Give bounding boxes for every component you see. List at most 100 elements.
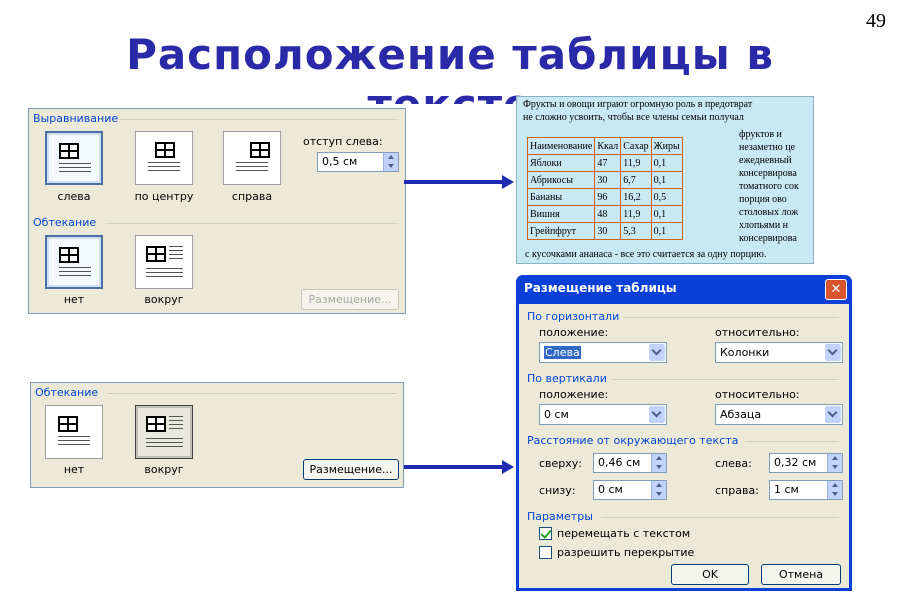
table-row: Абрикосы 30 6,7 0,1 bbox=[526, 171, 683, 189]
dialog-body: По горизонтали положение: Слева относите… bbox=[519, 304, 849, 588]
align-right-option[interactable] bbox=[223, 131, 281, 185]
table-cell: 11,9 bbox=[620, 154, 652, 172]
allow-overlap-label[interactable]: разрешить перекрытие bbox=[557, 546, 694, 559]
bottom-distance-value: 0 см bbox=[598, 483, 623, 496]
h-relative-select[interactable]: Колонки bbox=[715, 342, 843, 363]
h-relative-value: Колонки bbox=[720, 346, 770, 359]
separator bbox=[623, 317, 839, 318]
h-position-select[interactable]: Слева bbox=[539, 342, 667, 363]
align-left-label: слева bbox=[57, 190, 91, 203]
h-position-label: положение: bbox=[539, 326, 609, 339]
table-cell: Бананы bbox=[526, 188, 596, 206]
vertical-group-label: По вертикали bbox=[527, 372, 607, 385]
table-header-cell: Ккал bbox=[594, 137, 622, 155]
right-distance-label: справа: bbox=[715, 484, 759, 497]
align-right-label: справа bbox=[231, 190, 273, 203]
spin-arrows-icon[interactable] bbox=[383, 153, 398, 171]
table-row: Бананы 96 16,2 0,5 bbox=[526, 188, 683, 206]
bottom-distance-label: снизу: bbox=[539, 484, 576, 497]
placement-button[interactable]: Размещение... bbox=[303, 459, 399, 480]
chevron-down-icon[interactable] bbox=[825, 344, 841, 361]
table-icon bbox=[59, 143, 79, 159]
params-group-label: Параметры bbox=[527, 510, 593, 523]
separator bbox=[105, 223, 399, 224]
separator bbox=[611, 379, 839, 380]
bottom-distance-input[interactable]: 0 см bbox=[593, 480, 667, 500]
ok-button[interactable]: OK bbox=[671, 564, 749, 585]
title-line1: Расположение таблицы в bbox=[126, 30, 774, 79]
text-lines-icon bbox=[59, 267, 91, 279]
table-cell: Яблоки bbox=[526, 154, 596, 172]
table-cell: Грейпфрут bbox=[526, 222, 596, 240]
top-distance-input[interactable]: 0,46 см bbox=[593, 453, 667, 473]
spin-arrows-icon[interactable] bbox=[827, 481, 842, 499]
table-cell: 0,1 bbox=[650, 222, 683, 240]
right-distance-input[interactable]: 1 см bbox=[769, 480, 843, 500]
doc-side-line: столовых лож bbox=[739, 207, 799, 218]
spin-arrows-icon[interactable] bbox=[651, 454, 666, 472]
separator bbox=[601, 517, 839, 518]
wrap-none-label: нет bbox=[63, 463, 85, 476]
text-lines-icon bbox=[59, 163, 91, 175]
h-position-value: Слева bbox=[544, 346, 581, 359]
wrap-none-label: нет bbox=[63, 293, 85, 306]
chevron-down-icon[interactable] bbox=[825, 406, 841, 423]
spin-arrows-icon[interactable] bbox=[651, 481, 666, 499]
wrap-none-option[interactable] bbox=[45, 235, 103, 289]
wrap-around-label: вокруг bbox=[144, 293, 184, 306]
indent-value: 0,5 см bbox=[322, 155, 358, 168]
allow-overlap-checkbox[interactable] bbox=[539, 546, 552, 559]
table-cell: 0,5 bbox=[650, 188, 683, 206]
table-header-cell: Наименование bbox=[526, 137, 596, 155]
left-distance-input[interactable]: 0,32 см bbox=[769, 453, 843, 473]
table-cell: 16,2 bbox=[620, 188, 652, 206]
v-relative-value: Абзаца bbox=[720, 408, 762, 421]
right-distance-value: 1 см bbox=[774, 483, 799, 496]
move-with-text-checkbox[interactable] bbox=[539, 527, 552, 540]
doc-side-line: хлопьями н bbox=[739, 220, 789, 231]
table-header-cell: Жиры bbox=[650, 137, 683, 155]
alignment-group-label: Выравнивание bbox=[33, 112, 119, 125]
text-lines-icon bbox=[148, 162, 180, 174]
doc-side-line: консервирова bbox=[739, 168, 797, 179]
v-position-select[interactable]: 0 см bbox=[539, 404, 667, 425]
table-icon bbox=[146, 416, 166, 432]
table-row: Яблоки 47 11,9 0,1 bbox=[526, 154, 683, 172]
doc-side-line: консервирова bbox=[739, 233, 797, 244]
text-lines-icon bbox=[58, 436, 90, 448]
align-center-option[interactable] bbox=[135, 131, 193, 185]
v-position-value: 0 см bbox=[544, 408, 569, 421]
wrap-panel: Обтекание нет вокруг Размещение... bbox=[30, 382, 404, 488]
v-position-label: положение: bbox=[539, 388, 609, 401]
table-icon bbox=[250, 142, 270, 158]
indent-input[interactable]: 0,5 см bbox=[317, 152, 399, 172]
cancel-button[interactable]: Отмена bbox=[761, 564, 841, 585]
wrap-around-option[interactable] bbox=[135, 235, 193, 289]
separator bbox=[745, 441, 839, 442]
document-preview: Фрукты и овощи играют огромную роль в пр… bbox=[516, 96, 814, 264]
doc-line: с кусочками ананаса - все это считается … bbox=[525, 249, 767, 260]
align-left-option[interactable] bbox=[45, 131, 103, 185]
table-icon bbox=[155, 142, 175, 158]
v-relative-label: относительно: bbox=[715, 388, 800, 401]
table-cell: 0,1 bbox=[650, 205, 683, 223]
left-distance-label: слева: bbox=[715, 457, 752, 470]
placement-button[interactable]: Размещение... bbox=[301, 289, 399, 310]
wrap-around-option[interactable] bbox=[135, 405, 193, 459]
doc-side-line: порция ово bbox=[739, 194, 787, 205]
text-lines-icon bbox=[146, 268, 183, 280]
v-relative-select[interactable]: Абзаца bbox=[715, 404, 843, 425]
wrap-none-option[interactable] bbox=[45, 405, 103, 459]
chevron-down-icon[interactable] bbox=[649, 406, 665, 423]
doc-line: Фрукты и овощи играют огромную роль в пр… bbox=[523, 99, 753, 110]
move-with-text-label[interactable]: перемещать с текстом bbox=[557, 527, 690, 540]
spin-arrows-icon[interactable] bbox=[827, 454, 842, 472]
table-cell: 11,9 bbox=[620, 205, 652, 223]
table-cell: 47 bbox=[594, 154, 622, 172]
doc-side-line: фруктов и bbox=[739, 129, 782, 140]
distance-group-label: Расстояние от окружающего текста bbox=[527, 434, 739, 447]
top-distance-value: 0,46 см bbox=[598, 456, 641, 469]
arrow-icon bbox=[404, 175, 514, 189]
close-icon[interactable]: ✕ bbox=[825, 279, 847, 300]
chevron-down-icon[interactable] bbox=[649, 344, 665, 361]
